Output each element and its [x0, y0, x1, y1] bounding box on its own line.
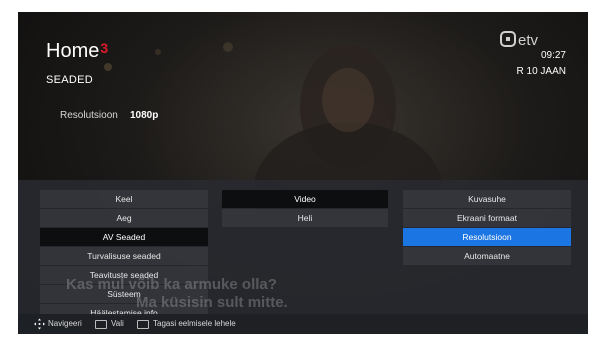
channel-logo: etv	[500, 31, 539, 48]
menu-item-turvalisuse-seaded[interactable]: Turvalisuse seaded	[40, 247, 208, 265]
tv-screen: Home3 SEADED Resolutsioon 1080p etv 09:2…	[18, 12, 588, 334]
clock-date: R 10 JAAN	[516, 66, 566, 77]
clock-time: 09:27	[540, 50, 566, 61]
channel-logo-text: etv	[518, 32, 539, 48]
hint-navigate: Navigeeri	[48, 319, 82, 328]
hint-back: Tagasi eelmisele lehele	[153, 319, 236, 328]
menu-item-video[interactable]: Video	[222, 190, 388, 208]
back-button-icon	[137, 320, 149, 329]
brand-title: Home	[46, 40, 100, 62]
menu-item-ekraani-formaat[interactable]: Ekraani formaat	[403, 209, 571, 227]
hint-select: Vali	[111, 319, 124, 328]
dpad-icon	[34, 314, 45, 334]
menu-item-aeg[interactable]: Aeg	[40, 209, 208, 227]
ok-button-icon	[95, 320, 107, 329]
menu-item-automaatne[interactable]: Automaatne	[403, 247, 571, 265]
menu-column-av: Video Heli	[222, 190, 388, 228]
menu-item-resolutsioon[interactable]: Resolutsioon	[403, 228, 571, 246]
subtitle-line: Kas mul võib ka armuke olla?	[66, 276, 277, 293]
video-subtitle: Kas mul võib ka armuke olla? Ma küsisin …	[66, 276, 288, 312]
brand-mark: 3	[100, 40, 109, 56]
current-setting-value: 1080p	[130, 110, 159, 121]
current-setting-label: Resolutsioon	[60, 110, 118, 121]
menu-item-kuvasuhe[interactable]: Kuvasuhe	[403, 190, 571, 208]
menu-column-video: Kuvasuhe Ekraani formaat Resolutsioon Au…	[403, 190, 571, 266]
hint-bar: Navigeeri Vali Tagasi eelmisele lehele	[18, 314, 588, 334]
subtitle-line: Ma küsisin sult mitte.	[136, 294, 288, 311]
section-title: SEADED	[46, 74, 94, 86]
menu-item-av-seaded[interactable]: AV Seaded	[40, 228, 208, 246]
menu-item-keel[interactable]: Keel	[40, 190, 208, 208]
brand-logo: Home3	[46, 40, 108, 63]
menu-item-heli[interactable]: Heli	[222, 209, 388, 227]
